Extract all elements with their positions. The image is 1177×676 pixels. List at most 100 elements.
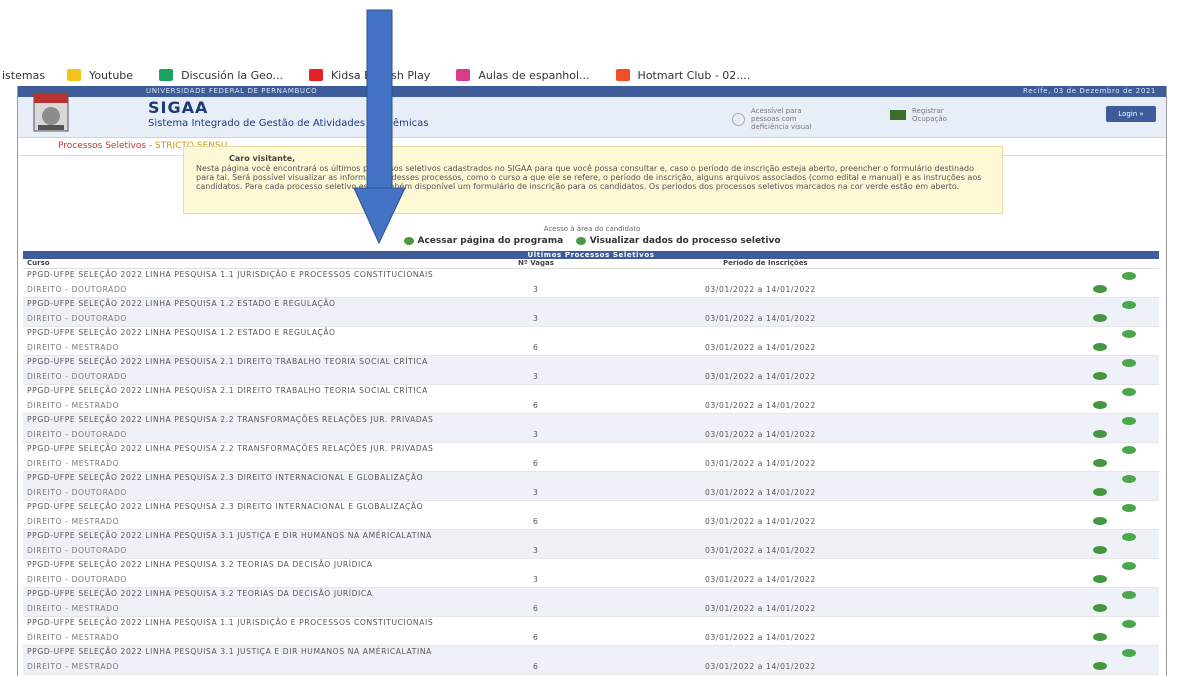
course-name: DIREITO - DOUTORADO <box>27 546 127 555</box>
process-name: PPGD-UFPE SELEÇÃO 2022 LINHA PESQUISA 2.… <box>27 444 434 453</box>
site-header: SIGAA Sistema Integrado de Gestão de Ati… <box>18 92 1166 138</box>
register-label: Registrar Ocupação <box>912 107 947 123</box>
program-page-icon[interactable] <box>1122 330 1136 338</box>
process-name: PPGD-UFPE SELEÇÃO 2022 LINHA PESQUISA 2.… <box>27 415 434 424</box>
table-row: PPGD-UFPE SELEÇÃO 2022 LINHA PESQUISA 3.… <box>23 530 1159 559</box>
registration-period: 03/01/2022 a 14/01/2022 <box>705 604 816 613</box>
table-row: PPGD-UFPE SELEÇÃO 2022 LINHA PESQUISA 2.… <box>23 385 1159 414</box>
registration-period: 03/01/2022 a 14/01/2022 <box>705 372 816 381</box>
program-page-icon[interactable] <box>1122 562 1136 570</box>
registration-period: 03/01/2022 a 14/01/2022 <box>705 459 816 468</box>
process-name: PPGD-UFPE SELEÇÃO 2022 LINHA PESQUISA 2.… <box>27 502 424 511</box>
registration-period: 03/01/2022 a 14/01/2022 <box>705 575 816 584</box>
visitor-notice: Caro visitante, Nesta página você encont… <box>183 146 1003 214</box>
program-page-icon[interactable] <box>1122 417 1136 425</box>
sigaa-logo-title: SIGAA <box>148 98 209 117</box>
view-process-icon[interactable] <box>1093 372 1107 380</box>
bookmark-item[interactable]: Discusión la Geo... <box>159 69 283 82</box>
registration-period: 03/01/2022 a 14/01/2022 <box>705 546 816 555</box>
view-process-icon[interactable] <box>1093 314 1107 322</box>
course-name: DIREITO - DOUTORADO <box>27 314 127 323</box>
table-body: PPGD-UFPE SELEÇÃO 2022 LINHA PESQUISA 1.… <box>23 269 1159 675</box>
view-process-icon[interactable] <box>1093 285 1107 293</box>
program-page-icon[interactable] <box>1122 620 1136 628</box>
view-process-icon[interactable] <box>1093 575 1107 583</box>
program-page-icon[interactable] <box>1122 359 1136 367</box>
aulas-icon <box>456 69 471 81</box>
bookmark-label: Hotmart Club - 02.... <box>637 68 751 82</box>
bookmark-item[interactable]: istemas <box>2 69 45 82</box>
view-process-icon[interactable] <box>1093 401 1107 409</box>
vacancies: 3 <box>533 430 538 439</box>
login-button[interactable]: Login » <box>1106 106 1156 122</box>
vacancies: 6 <box>533 459 538 468</box>
program-page-icon[interactable] <box>1122 301 1136 309</box>
notice-title: Caro visitante, <box>229 154 296 163</box>
col-periodo: Período de Inscrições <box>723 259 808 267</box>
program-page-icon[interactable] <box>1122 388 1136 396</box>
program-page-icon[interactable] <box>1122 533 1136 541</box>
table-row: PPGD-UFPE SELEÇÃO 2022 LINHA PESQUISA 2.… <box>23 356 1159 385</box>
system-subtitle: Sistema Integrado de Gestão de Atividade… <box>148 118 429 129</box>
table-row: PPGD-UFPE SELEÇÃO 2022 LINHA PESQUISA 3.… <box>23 588 1159 617</box>
course-name: DIREITO - MESTRADO <box>27 401 120 410</box>
table-row: PPGD-UFPE SELEÇÃO 2022 LINHA PESQUISA 1.… <box>23 327 1159 356</box>
process-name: PPGD-UFPE SELEÇÃO 2022 LINHA PESQUISA 2.… <box>27 386 428 395</box>
process-name: PPGD-UFPE SELEÇÃO 2022 LINHA PESQUISA 3.… <box>27 647 432 656</box>
bookmark-label: Kidsa English Play <box>330 68 431 82</box>
process-name: PPGD-UFPE SELEÇÃO 2022 LINHA PESQUISA 3.… <box>27 589 373 598</box>
table-row: PPGD-UFPE SELEÇÃO 2022 LINHA PESQUISA 2.… <box>23 472 1159 501</box>
view-process-icon[interactable] <box>1093 546 1107 554</box>
view-process-icon <box>575 236 586 245</box>
registration-period: 03/01/2022 a 14/01/2022 <box>705 662 816 671</box>
registration-period: 03/01/2022 a 14/01/2022 <box>705 430 816 439</box>
course-name: DIREITO - DOUTORADO <box>27 372 127 381</box>
bookmark-item[interactable]: Kidsa English Play <box>308 68 431 82</box>
process-name: PPGD-UFPE SELEÇÃO 2022 LINHA PESQUISA 1.… <box>27 328 336 337</box>
registration-period: 03/01/2022 a 14/01/2022 <box>705 314 816 323</box>
program-page-icon[interactable] <box>1122 475 1136 483</box>
view-process-icon[interactable] <box>1093 459 1107 467</box>
vacancies: 6 <box>533 662 538 671</box>
course-name: DIREITO - MESTRADO <box>27 662 120 671</box>
course-name: DIREITO - MESTRADO <box>27 459 120 468</box>
bookmark-label: Aulas de espanhol... <box>478 68 590 82</box>
table-header-row: Curso Nº Vagas Período de Inscrições <box>23 259 1159 269</box>
process-name: PPGD-UFPE SELEÇÃO 2022 LINHA PESQUISA 2.… <box>27 473 424 482</box>
breadcrumb-separator: - <box>146 141 156 151</box>
course-name: DIREITO - DOUTORADO <box>27 430 127 439</box>
bookmark-item[interactable]: Aulas de espanhol... <box>456 68 590 82</box>
vacancies: 3 <box>533 314 538 323</box>
kidsa-icon <box>308 69 323 81</box>
vacancies: 3 <box>533 372 538 381</box>
program-page-icon[interactable] <box>1122 591 1136 599</box>
bookmark-item[interactable]: Youtube <box>67 69 133 82</box>
view-process-icon[interactable] <box>1093 343 1107 351</box>
col-curso: Curso <box>27 259 50 267</box>
folder-icon <box>67 69 82 81</box>
view-process-icon[interactable] <box>1093 430 1107 438</box>
notice-body: Nesta página você encontrará os últimos … <box>196 164 982 191</box>
breadcrumb-section: Processos Seletivos <box>58 141 147 151</box>
view-process-icon[interactable] <box>1093 604 1107 612</box>
program-page-icon[interactable] <box>1122 446 1136 454</box>
program-page-icon[interactable] <box>1122 649 1136 657</box>
university-bar: UNIVERSIDADE FEDERAL DE PERNAMBUCO Recif… <box>18 86 1166 97</box>
table-row: PPGD-UFPE SELEÇÃO 2022 LINHA PESQUISA 3.… <box>23 559 1159 588</box>
vacancies: 6 <box>533 401 538 410</box>
view-process-icon[interactable] <box>1093 517 1107 525</box>
view-process-icon[interactable] <box>1093 633 1107 641</box>
program-page-icon[interactable] <box>1122 272 1136 280</box>
view-process-icon[interactable] <box>1093 488 1107 496</box>
course-name: DIREITO - MESTRADO <box>27 517 120 526</box>
bookmark-item[interactable]: Hotmart Club - 02.... <box>615 68 751 82</box>
accessibility-link[interactable]: Acessível para pessoas com deficiência v… <box>732 107 821 131</box>
program-page-icon[interactable] <box>1122 504 1136 512</box>
course-name: DIREITO - DOUTORADO <box>27 285 127 294</box>
vacancies: 6 <box>533 633 538 642</box>
register-occupation-link[interactable]: Registrar Ocupação <box>890 107 962 123</box>
course-name: DIREITO - MESTRADO <box>27 343 120 352</box>
vacancies: 6 <box>533 604 538 613</box>
view-process-icon[interactable] <box>1093 662 1107 670</box>
col-vagas: Nº Vagas <box>518 259 554 267</box>
